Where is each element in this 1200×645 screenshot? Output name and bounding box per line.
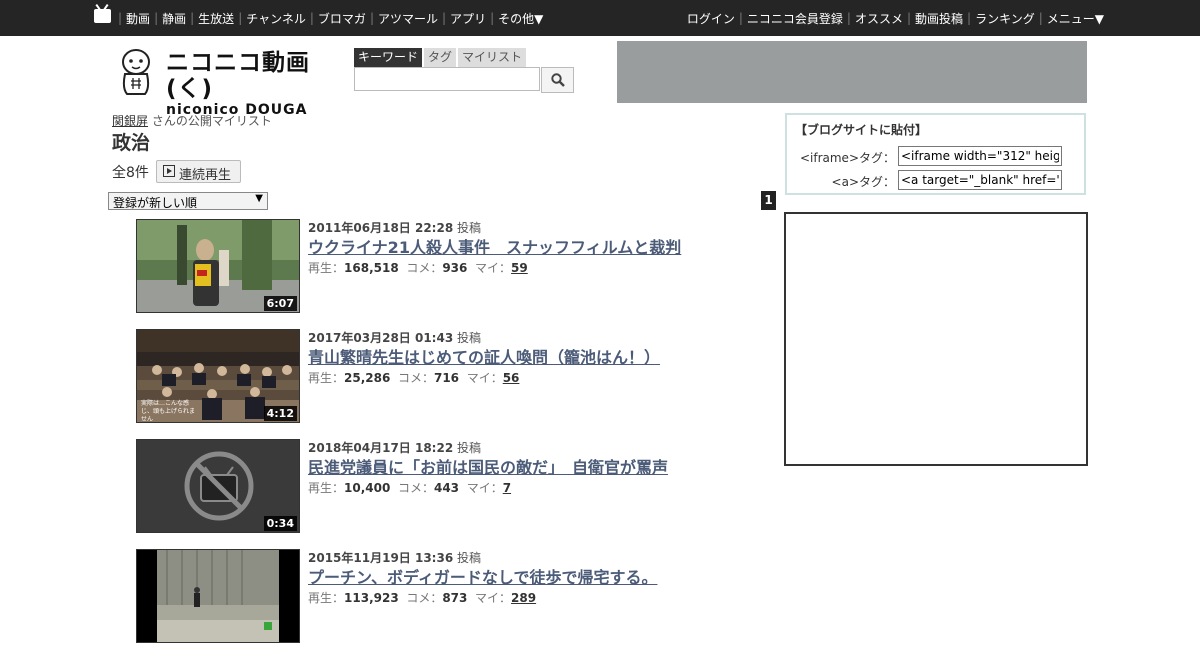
nav-item-live[interactable]: 生放送	[194, 10, 238, 27]
sort-label: 登録が新しい順	[113, 196, 198, 210]
video-thumbnail[interactable]: 実際は…こんな感じ、頭も上げられません 4:12	[136, 329, 300, 423]
play-icon	[163, 165, 175, 177]
search-tab-mylist[interactable]: マイリスト	[458, 48, 527, 67]
view-count: 113,923	[344, 591, 399, 605]
owner-link[interactable]: 関銀屏	[112, 114, 148, 128]
comment-count: 936	[442, 261, 468, 275]
play-all-label: 連続再生	[179, 168, 232, 183]
owner-suffix: さんの公開マイリスト	[148, 114, 272, 128]
comment-count: 716	[433, 371, 460, 385]
comment-count: 873	[442, 591, 468, 605]
video-item: 2015年11月19日 13:36 投稿 プーチン、ボディガードなしで徒歩で帰宅…	[136, 549, 736, 645]
view-count: 10,400	[344, 481, 391, 495]
video-thumbnail[interactable]	[136, 549, 300, 643]
mylist-count-link[interactable]: 7	[503, 481, 511, 495]
mylist-count-link[interactable]: 59	[511, 261, 528, 275]
a-tag-row: <a>タグ：	[787, 170, 1077, 190]
nav-item-atsumaru[interactable]: アツマール	[374, 10, 442, 27]
video-stats: 再生：168,518 コメ：936 マイ：59	[308, 261, 528, 275]
mylist-title: 政治	[112, 132, 151, 154]
search-tab-tag[interactable]: タグ	[424, 48, 457, 67]
a-tag-label: <a>タグ：	[831, 175, 895, 189]
nav-item-ranking[interactable]: ランキング	[971, 10, 1039, 27]
video-item: 0:34 2018年04月17日 18:22 投稿 民進党議員に「お前は国民の敵…	[136, 439, 736, 535]
video-title-link[interactable]: 民進党議員に「お前は国民の敵だ」 自衛官が罵声	[308, 454, 668, 478]
mylist-count-link[interactable]: 289	[511, 591, 536, 605]
niconico-logo[interactable]: ニコニコ動画(く) niconico DOUGA	[166, 50, 348, 118]
item-count: 全8件	[112, 165, 149, 181]
video-stats: 再生：10,400 コメ：443 マイ：7	[308, 481, 512, 495]
video-thumbnail[interactable]: 6:07	[136, 219, 300, 313]
video-title-link[interactable]: ウクライナ21人殺人事件 スナッフフィルムと裁判	[308, 234, 681, 258]
iframe-code-field[interactable]	[898, 146, 1062, 166]
nav-right: ログイン | ニコニコ会員登録 | オススメ | 動画投稿 | ランキング | メニュー▼	[683, 0, 1108, 36]
iframe-label: <iframe>タグ：	[799, 151, 895, 165]
thumbnail-image	[137, 550, 299, 642]
video-stats: 再生：25,286 コメ：716 マイ：56	[308, 371, 520, 385]
nav-item-douga[interactable]: 動画	[122, 10, 154, 27]
video-duration: 0:34	[263, 516, 297, 531]
video-title-link[interactable]: プーチン、ボディガードなしで徒歩で帰宅する。	[308, 564, 657, 588]
search-input[interactable]	[354, 67, 540, 91]
dropdown-arrow-icon: ▼	[255, 193, 263, 204]
play-all-button[interactable]: 連続再生	[156, 160, 241, 183]
view-count: 168,518	[344, 261, 399, 275]
video-item: 6:07 2011年06月18日 22:28 投稿 ウクライナ21人殺人事件 ス…	[136, 219, 736, 315]
search-tab-keyword[interactable]: キーワード	[354, 48, 423, 67]
video-duration: 6:07	[263, 296, 297, 311]
search-icon	[551, 73, 565, 87]
mylist-count-link[interactable]: 56	[503, 371, 520, 385]
video-thumbnail[interactable]: 0:34	[136, 439, 300, 533]
search-button[interactable]	[541, 67, 574, 93]
mascot-icon[interactable]	[118, 48, 154, 96]
nav-item-app[interactable]: アプリ	[446, 10, 490, 27]
ad-box[interactable]	[784, 212, 1088, 466]
video-title-link[interactable]: 青山繁晴先生はじめての証人喚問（籠池はん！）	[308, 344, 660, 368]
video-duration: 4:12	[263, 406, 297, 421]
thumbnail-caption: 実際は…こんな感じ、頭も上げられません	[141, 400, 196, 423]
iframe-row: <iframe>タグ：	[787, 146, 1077, 166]
page-number[interactable]: 1	[761, 191, 776, 210]
niconico-tv-icon[interactable]	[94, 9, 111, 23]
comment-count: 443	[433, 481, 460, 495]
video-item: 実際は…こんな感じ、頭も上げられません 4:12 2017年03月28日 01:…	[136, 329, 736, 425]
blog-embed-box: 【ブログサイトに貼付】 <iframe>タグ： <a>タグ：	[785, 113, 1086, 195]
mylist-owner: 関銀屏 さんの公開マイリスト	[112, 112, 272, 129]
view-count: 25,286	[344, 371, 391, 385]
nav-left: | 動画 | 静画 | 生放送 | チャンネル | ブロマガ | アツマール | アプリ | …	[118, 0, 547, 36]
login-link[interactable]: ログイン	[683, 10, 739, 27]
nav-item-recommend[interactable]: オススメ	[851, 10, 907, 27]
sort-select[interactable]: 登録が新しい順 ▼	[108, 192, 268, 210]
register-link[interactable]: ニコニコ会員登録	[743, 10, 847, 27]
ad-banner[interactable]	[617, 41, 1087, 103]
nav-item-seiga[interactable]: 静画	[158, 10, 190, 27]
blog-embed-header: 【ブログサイトに貼付】	[795, 123, 928, 137]
video-stats: 再生：113,923 コメ：873 マイ：289	[308, 591, 537, 605]
nav-item-channel[interactable]: チャンネル	[242, 10, 310, 27]
logo-jp: ニコニコ動画(く)	[166, 50, 310, 102]
a-tag-code-field[interactable]	[898, 170, 1062, 190]
nav-item-blomaga[interactable]: ブロマガ	[314, 10, 370, 27]
nav-item-menu[interactable]: メニュー▼	[1043, 10, 1108, 27]
search-tabs: キーワード タグ マイリスト	[354, 48, 527, 67]
top-bar: | 動画 | 静画 | 生放送 | チャンネル | ブロマガ | アツマール | アプリ | …	[0, 0, 1200, 36]
nav-item-upload[interactable]: 動画投稿	[911, 10, 967, 27]
nav-item-other[interactable]: その他▼	[494, 10, 547, 27]
